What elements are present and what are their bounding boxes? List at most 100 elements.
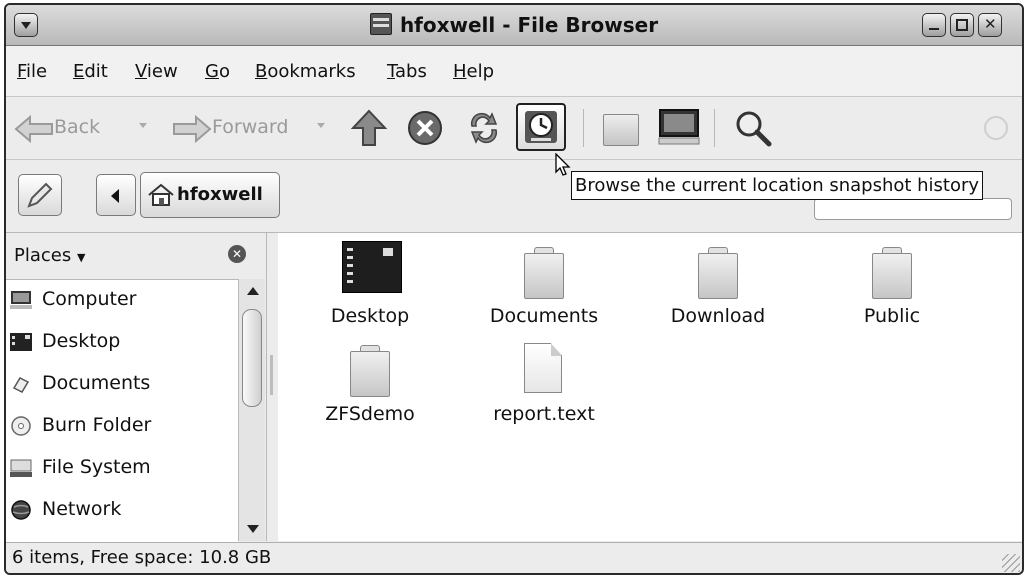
sidebar-item-desktop[interactable]: Desktop xyxy=(6,322,238,362)
desktop-icon xyxy=(342,241,402,293)
throbber-icon xyxy=(984,116,1008,140)
forward-history-dropdown[interactable] xyxy=(317,123,325,128)
menu-tabs[interactable]: Tabs xyxy=(387,61,427,82)
sidebar-item-label: Burn Folder xyxy=(42,414,152,436)
places-list: Computer Desktop Documents Burn Folder F… xyxy=(6,279,238,542)
sidebar-scrollbar[interactable] xyxy=(238,279,265,541)
folder-view-button[interactable] xyxy=(601,108,641,148)
reload-icon[interactable] xyxy=(466,110,502,146)
close-sidebar-button[interactable]: ✕ xyxy=(228,245,246,263)
sidebar-item-label: File System xyxy=(42,456,151,478)
desktop-icon xyxy=(10,333,32,351)
file-name: Desktop xyxy=(330,305,410,327)
sidebar-item-documents[interactable]: Documents xyxy=(6,364,238,404)
places-header-label: Places xyxy=(14,245,72,266)
sidebar-item-label: Network xyxy=(42,498,122,520)
places-header[interactable]: Places ▼ xyxy=(14,245,85,266)
menu-edit-label: dit xyxy=(84,61,108,82)
dropdown-arrow-icon: ▼ xyxy=(76,251,86,264)
stop-icon[interactable] xyxy=(407,110,443,146)
menu-help[interactable]: Help xyxy=(453,61,494,82)
file-name: Documents xyxy=(489,305,599,327)
folder-icon xyxy=(698,247,738,299)
resize-grip[interactable] xyxy=(1002,554,1020,572)
snapshot-history-tooltip: Browse the current location snapshot his… xyxy=(571,171,984,200)
file-icon-view[interactable]: Desktop Documents Download Public ZFSdem… xyxy=(278,233,1022,541)
close-window-button[interactable] xyxy=(978,13,1002,37)
up-arrow-icon[interactable] xyxy=(349,108,389,148)
pencil-icon xyxy=(27,182,53,208)
menu-bar: File Edit View Go Bookmarks Tabs Help xyxy=(6,46,1022,97)
scroll-down-arrow-icon[interactable] xyxy=(247,525,259,533)
file-item-download[interactable]: Download xyxy=(648,233,788,333)
sidebar-item-file-system[interactable]: File System xyxy=(6,448,238,488)
zoom-entry[interactable] xyxy=(814,198,1012,220)
scroll-up-arrow-icon[interactable] xyxy=(247,287,259,295)
computer-icon xyxy=(10,291,32,309)
sidebar-item-label: Computer xyxy=(42,288,137,310)
file-browser-window: hfoxwell - File Browser File Edit View G… xyxy=(4,3,1024,575)
sidebar-item-burn-folder[interactable]: Burn Folder xyxy=(6,406,238,446)
pane-resize-handle[interactable] xyxy=(270,355,273,395)
mouse-pointer-icon xyxy=(555,153,571,176)
edit-location-button[interactable] xyxy=(18,174,62,216)
menu-edit-mnemonic: E xyxy=(73,61,85,82)
status-bar: 6 items, Free space: 10.8 GB xyxy=(6,542,1022,573)
menu-file-mnemonic: F xyxy=(17,61,27,82)
documents-icon xyxy=(12,377,30,393)
back-arrow-icon xyxy=(14,114,53,144)
file-icon xyxy=(524,343,562,393)
menu-file[interactable]: File xyxy=(17,61,47,82)
menu-help-label: elp xyxy=(466,61,495,82)
folder-icon xyxy=(603,114,639,146)
back-button[interactable]: Back xyxy=(12,105,112,151)
path-crumb-home[interactable]: hfoxwell xyxy=(140,172,280,218)
snapshot-history-button[interactable] xyxy=(516,103,566,151)
menu-help-mnemonic: H xyxy=(453,61,467,82)
chevron-left-icon xyxy=(111,189,119,203)
forward-label: Forward xyxy=(212,116,289,138)
sidebar-item-network[interactable]: Network xyxy=(6,490,238,530)
back-history-dropdown[interactable] xyxy=(139,123,147,128)
file-item-public[interactable]: Public xyxy=(822,233,962,333)
file-item-documents[interactable]: Documents xyxy=(474,233,614,333)
toolbar: Back Forward xyxy=(6,97,1022,160)
menu-go-label: o xyxy=(218,61,230,82)
file-item-desktop[interactable]: Desktop xyxy=(300,233,440,333)
back-label: Back xyxy=(54,116,101,138)
file-item-report[interactable]: report.text xyxy=(474,331,614,431)
file-item-zfsdemo[interactable]: ZFSdemo xyxy=(300,331,440,431)
minimize-button[interactable] xyxy=(922,13,946,37)
scrollbar-thumb[interactable] xyxy=(242,309,262,407)
menu-bookmarks-mnemonic: B xyxy=(255,61,268,82)
file-name: Public xyxy=(863,305,921,327)
title-bar[interactable]: hfoxwell - File Browser xyxy=(6,5,1022,46)
folder-icon xyxy=(524,247,564,299)
folder-icon xyxy=(872,247,912,299)
folder-icon xyxy=(350,345,390,397)
places-sidebar: Places ▼ ✕ Computer Desktop Documents Bu… xyxy=(6,233,267,542)
home-icon xyxy=(148,183,174,206)
file-name: ZFSdemo xyxy=(325,403,415,425)
harddisk-icon xyxy=(10,459,32,477)
path-left-button[interactable] xyxy=(96,174,136,216)
computer-icon[interactable] xyxy=(657,107,701,147)
menu-file-label: ile xyxy=(26,61,48,82)
menu-tabs-mnemonic: T xyxy=(387,61,396,82)
maximize-button[interactable] xyxy=(950,13,974,37)
toolbar-separator-2 xyxy=(714,109,715,147)
menu-bookmarks[interactable]: Bookmarks xyxy=(255,61,356,82)
file-name: report.text xyxy=(493,403,595,425)
menu-edit[interactable]: Edit xyxy=(73,61,108,82)
menu-go[interactable]: Go xyxy=(205,61,230,82)
menu-view-mnemonic: V xyxy=(135,61,147,82)
forward-arrow-icon xyxy=(173,114,212,144)
disc-icon xyxy=(11,416,31,436)
menu-view[interactable]: View xyxy=(135,61,178,82)
search-icon[interactable] xyxy=(733,108,773,148)
forward-button[interactable]: Forward xyxy=(168,105,298,151)
menu-view-label: iew xyxy=(146,61,178,82)
sidebar-item-computer[interactable]: Computer xyxy=(6,280,238,320)
menu-tabs-label: abs xyxy=(395,61,427,82)
cabinet-icon xyxy=(369,13,392,35)
